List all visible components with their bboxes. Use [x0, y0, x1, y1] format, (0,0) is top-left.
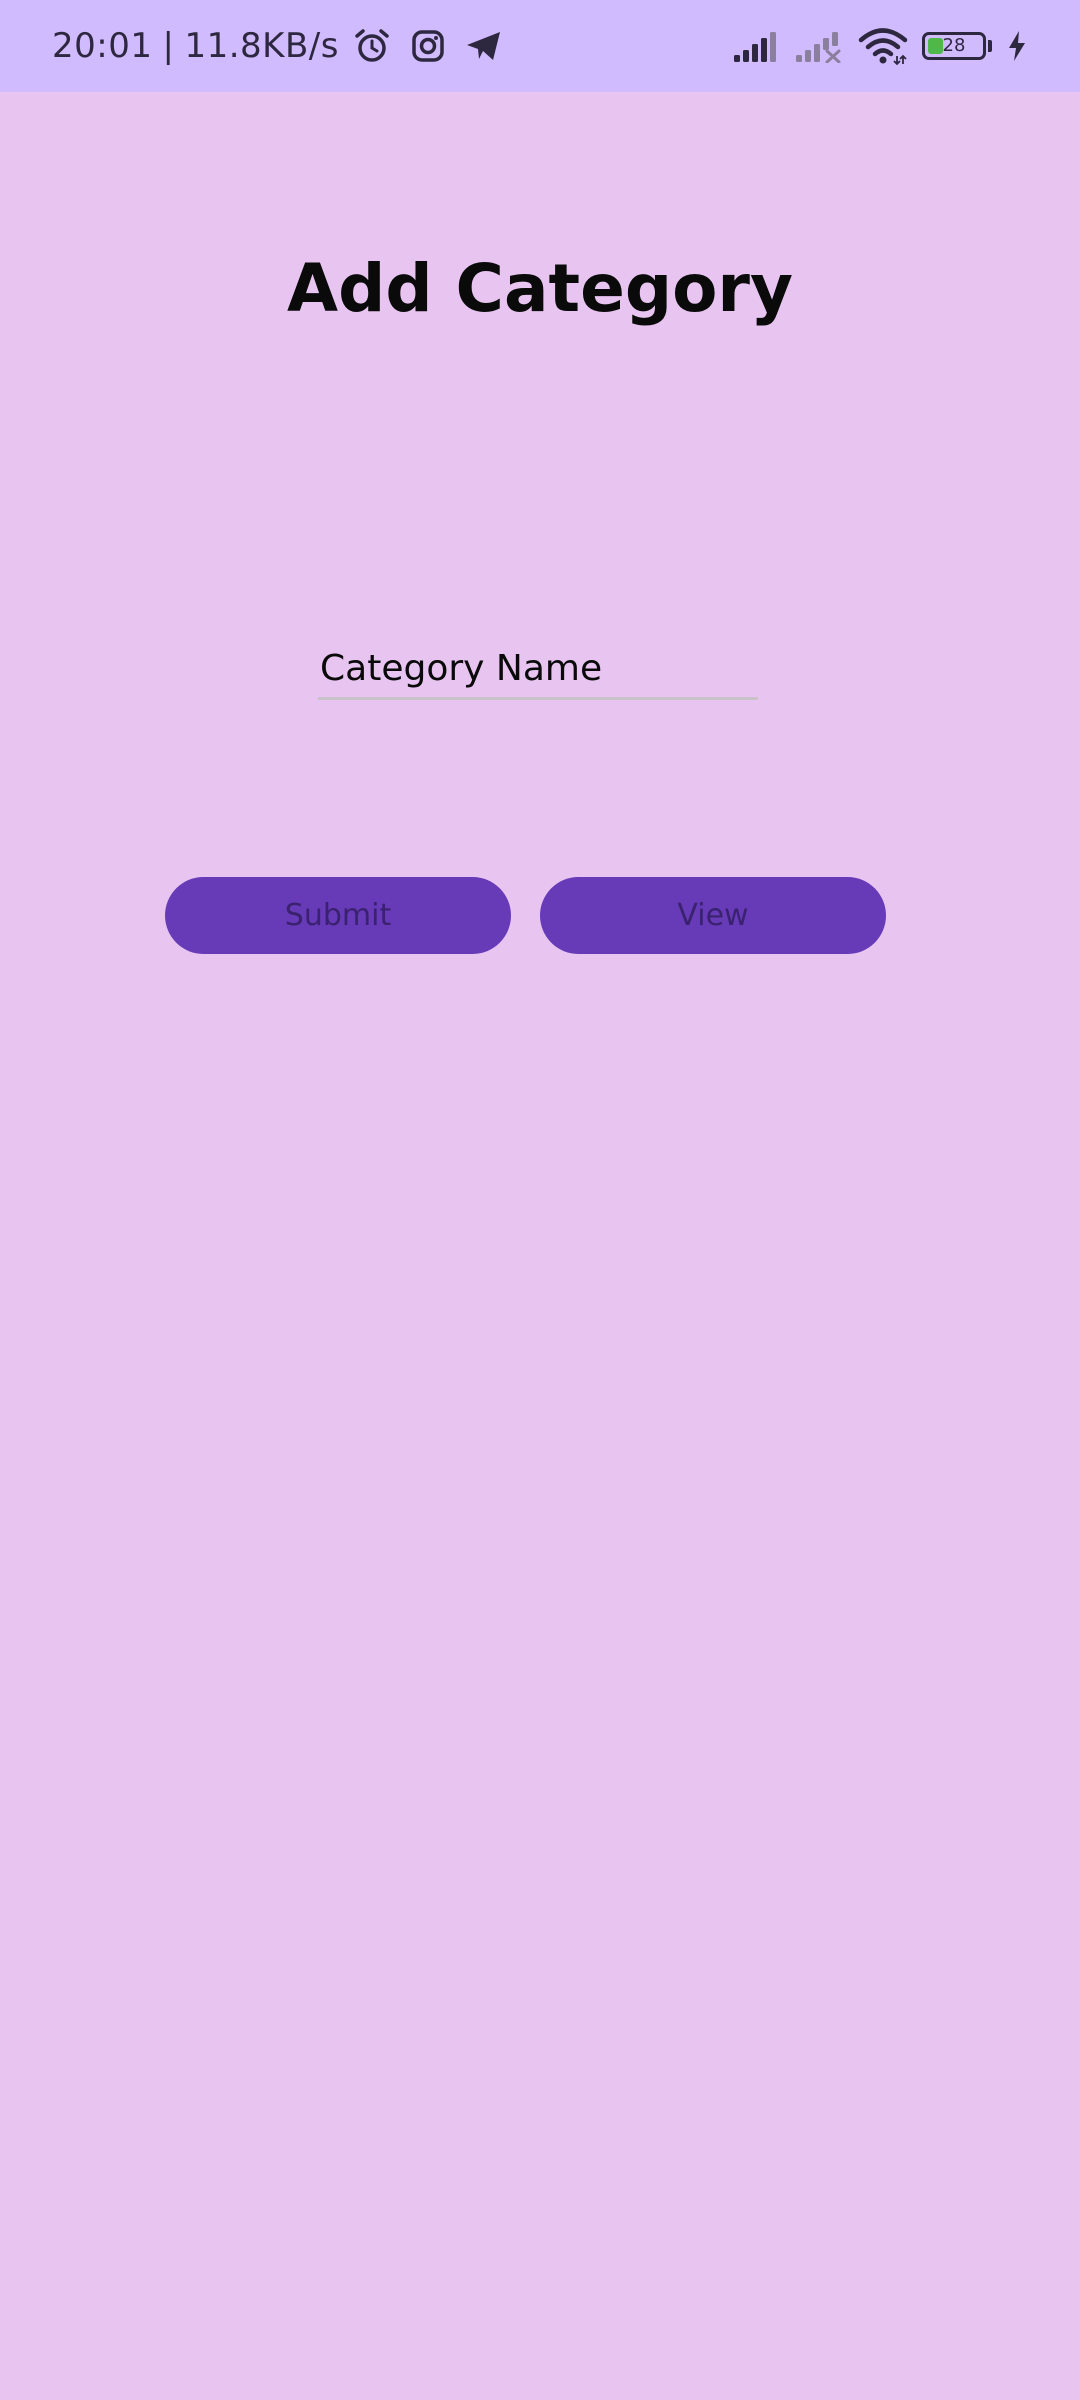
submit-button[interactable]: Submit — [165, 877, 511, 954]
battery-icon: 28 — [922, 32, 986, 60]
category-name-input[interactable] — [318, 640, 758, 700]
view-button[interactable]: View — [540, 877, 886, 954]
status-bar-left: 20:01 | 11.8KB/s — [52, 0, 503, 92]
status-bar-right: 28 — [732, 0, 1028, 92]
status-bar: 20:01 | 11.8KB/s 28 — [0, 0, 1080, 92]
category-name-field — [318, 640, 758, 706]
instagram-icon — [411, 29, 445, 63]
battery-nub — [988, 40, 992, 52]
status-separator: | — [162, 26, 175, 66]
charging-icon — [1006, 29, 1028, 63]
status-time: 20:01 — [52, 26, 153, 66]
network-speed: 11.8KB/s — [184, 26, 339, 66]
battery-level: 28 — [942, 35, 966, 56]
wifi-icon — [858, 27, 908, 65]
signal-no-service-icon — [794, 29, 844, 63]
alarm-icon — [353, 27, 391, 65]
page-title: Add Category — [287, 250, 793, 327]
signal-icon — [732, 29, 780, 63]
telegram-icon — [465, 29, 503, 63]
